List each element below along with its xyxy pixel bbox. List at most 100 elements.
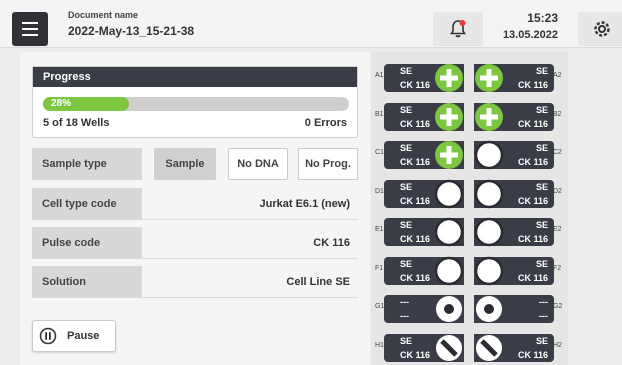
well-id: B1 [375, 110, 384, 118]
slash-icon[interactable] [474, 333, 504, 363]
well-row: A1 SE CK 116 SE CK 116 A2 [371, 58, 568, 92]
well-id: G1 [375, 303, 385, 310]
well-pulse-code: CK 116 [400, 195, 431, 206]
well-solution: SE [400, 104, 413, 115]
pause-button[interactable]: Pause [32, 320, 116, 352]
well-row: F1 SE CK 116 SE CK 116 F2 [371, 251, 568, 285]
sample-type-option-no-dna[interactable]: No DNA [228, 148, 288, 180]
pulse-code-row: Pulse code CK 116 [32, 227, 358, 259]
pause-label: Pause [67, 330, 100, 342]
well-row: D1 SE CK 116 SE CK 116 D2 [371, 174, 568, 208]
document-name-label: Document name [68, 10, 139, 20]
well-solution: SE [400, 335, 413, 346]
sample-type-option-no-prog[interactable]: No Prog. [298, 148, 358, 180]
well-id: E2 [553, 226, 562, 233]
progress-percent: 28% [51, 98, 72, 109]
well-pulse-code: CK 116 [400, 157, 431, 167]
ring-icon[interactable] [474, 140, 504, 170]
wells-count: 5 of 18 Wells [43, 117, 110, 129]
ring-icon[interactable] [474, 256, 504, 286]
pulse-code-label: Pulse code [32, 227, 142, 259]
well-solution: SE [400, 220, 413, 230]
well-row: E1 SE CK 116 SE CK 116 E2 [371, 212, 568, 247]
well-id: B2 [553, 110, 562, 118]
ring-icon[interactable] [434, 256, 464, 286]
well-solution: SE [535, 66, 548, 76]
progress-bar: 28% [43, 97, 349, 111]
well-solution: SE [400, 143, 413, 153]
well-solution: SE [535, 258, 548, 269]
gear-icon [594, 21, 610, 37]
errors-count: 0 Errors [304, 117, 347, 129]
settings-button[interactable] [578, 12, 622, 46]
well-id: A1 [375, 72, 384, 79]
well-id: D2 [553, 187, 562, 195]
ring-icon[interactable] [474, 179, 504, 209]
cell-type-label: Cell type code [32, 188, 142, 220]
bell-icon [450, 20, 466, 38]
well-solution: SE [535, 143, 548, 153]
well-solution: SE [535, 181, 548, 192]
ring-icon[interactable] [434, 179, 464, 209]
ring-icon[interactable] [434, 217, 464, 247]
plus-icon[interactable] [434, 102, 464, 132]
well-pulse-code: CK 116 [517, 234, 548, 244]
plus-icon[interactable] [434, 63, 464, 93]
sample-type-label: Sample type [32, 148, 142, 180]
cell-type-row: Cell type code Jurkat E6.1 (new) [32, 188, 358, 220]
pause-icon [39, 327, 57, 345]
well-solution: SE [535, 335, 548, 346]
well-solution: SE [535, 104, 548, 115]
well-row: H1 SE CK 116 SE CK 116 H2 [371, 328, 568, 362]
well-id: A2 [553, 72, 562, 79]
well-solution: SE [400, 66, 413, 76]
dot-icon[interactable] [474, 294, 504, 324]
cell-type-value[interactable]: Jurkat E6.1 (new) [142, 188, 358, 220]
pulse-code-value[interactable]: CK 116 [142, 227, 358, 259]
well-id: C1 [375, 149, 384, 156]
well-pulse-code: --- [539, 311, 548, 321]
well-row: G1 --- --- --- --- G2 [371, 289, 568, 323]
document-name-value: 2022-May-13_15-21-38 [68, 24, 195, 38]
well-solution: SE [400, 181, 413, 192]
well-pulse-code: CK 116 [517, 195, 548, 206]
well-pulse-code: CK 116 [400, 272, 431, 283]
well-solution: SE [535, 220, 548, 230]
well-id: E1 [375, 226, 384, 233]
ring-icon[interactable] [474, 217, 504, 247]
dot-icon[interactable] [434, 294, 464, 324]
plus-icon[interactable] [474, 63, 504, 93]
hamburger-icon [22, 22, 38, 24]
plus-icon[interactable] [434, 140, 464, 170]
well-pulse-code: CK 116 [400, 80, 431, 90]
clock: 15:23 13.05.2022 [486, 8, 578, 46]
slash-icon[interactable] [434, 333, 464, 363]
well-solution: SE [400, 258, 413, 269]
solution-row: Solution Cell Line SE [32, 266, 358, 298]
well-pulse-code: CK 116 [517, 80, 548, 90]
sample-type-option-sample[interactable]: Sample [154, 148, 216, 180]
well-pulse-code: CK 116 [517, 157, 548, 167]
well-pulse-code: CK 116 [400, 234, 431, 244]
sample-type-row: Sample type Sample No DNA No Prog. [32, 148, 358, 180]
progress-card: Progress 28% 5 of 18 Wells 0 Errors [32, 66, 358, 138]
well-pulse-code: CK 116 [517, 118, 548, 129]
hamburger-icon [22, 28, 38, 30]
well-id: F2 [553, 264, 562, 272]
well-pulse-code: CK 116 [400, 349, 431, 360]
run-panel: Progress 28% 5 of 18 Wells 0 Errors Samp… [20, 52, 370, 365]
clock-date: 13.05.2022 [502, 29, 558, 41]
well-plate: A1 SE CK 116 SE CK 116 A2 B1 SE CK 116 SE CK 116 B2… [371, 52, 568, 365]
hamburger-icon [22, 34, 38, 36]
well-pulse-code: CK 116 [517, 272, 548, 283]
top-bar: Document name 2022-May-13_15-21-38 15:23… [0, 0, 622, 48]
well-pulse-code: CK 116 [400, 118, 431, 129]
well-pulse-code: --- [400, 311, 409, 321]
well-solution: --- [400, 297, 409, 307]
menu-button[interactable] [12, 12, 48, 46]
solution-value[interactable]: Cell Line SE [142, 266, 358, 298]
plus-icon[interactable] [474, 102, 504, 132]
progress-title: Progress [33, 67, 357, 87]
notifications-button[interactable] [433, 12, 483, 46]
well-id: D1 [375, 187, 384, 195]
